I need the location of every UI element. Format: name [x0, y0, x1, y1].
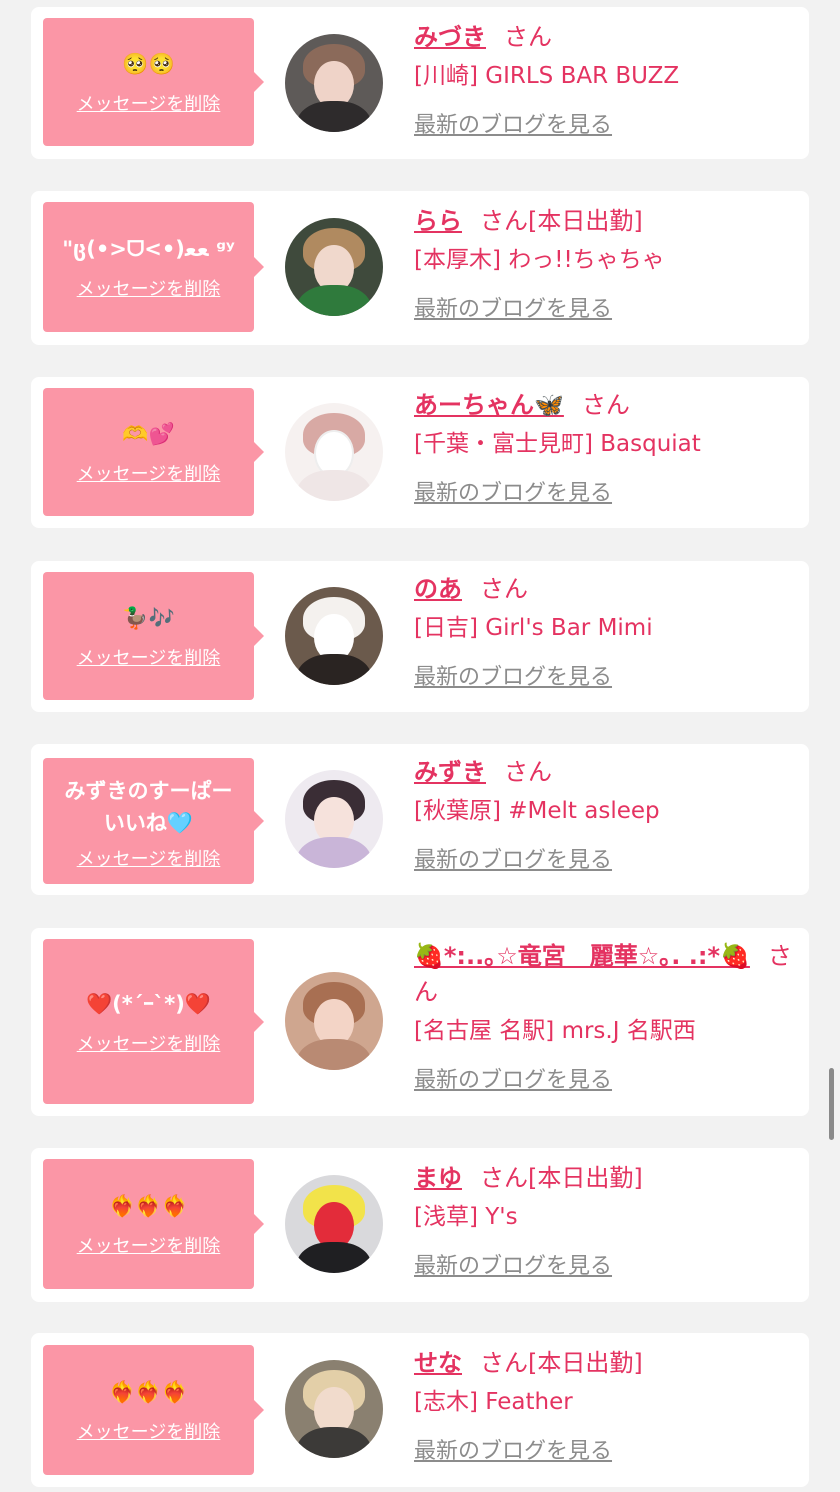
- girl-name-link[interactable]: みずき: [414, 758, 486, 786]
- name-line: 🍓*:..｡☆竜宮 麗華☆｡. .:*🍓 さん: [414, 938, 794, 1010]
- message-card: ❤️‍🔥❤️‍🔥❤️‍🔥 メッセージを削除 まゆ さん[本日出勤] [浅草] Y'…: [31, 1148, 809, 1302]
- name-line: せな さん[本日出勤]: [414, 1345, 794, 1381]
- latest-blog-link[interactable]: 最新のブログを見る: [414, 107, 612, 139]
- message-bubble: ❤️‍🔥❤️‍🔥❤️‍🔥 メッセージを削除: [43, 1345, 264, 1475]
- delete-message-link[interactable]: メッセージを削除: [77, 275, 221, 301]
- girl-name-link[interactable]: まゆ: [414, 1164, 462, 1192]
- avatar[interactable]: [285, 972, 383, 1070]
- scrollbar[interactable]: [829, 1068, 834, 1140]
- delete-message-link[interactable]: メッセージを削除: [77, 1232, 221, 1258]
- girl-name-link[interactable]: らら: [414, 207, 462, 235]
- latest-blog-link[interactable]: 最新のブログを見る: [414, 842, 612, 874]
- name-line: あーちゃん🦋 さん: [414, 387, 794, 423]
- honorific: さん: [480, 207, 528, 235]
- message-bubble: 🫶💕 メッセージを削除: [43, 388, 264, 516]
- shop-name: [名古屋 名駅] mrs.J 名駅西: [414, 1018, 696, 1044]
- message-text: 🫶💕: [122, 422, 175, 446]
- latest-blog-link[interactable]: 最新のブログを見る: [414, 1433, 612, 1465]
- message-card: みずきのすーぱーいいね🩵 メッセージを削除 みずき さん [秋葉原] #Melt …: [31, 744, 809, 895]
- message-text: ❤️‍🔥❤️‍🔥❤️‍🔥: [109, 1194, 188, 1218]
- message-text: みずきのすーぱーいいね🩵: [64, 779, 233, 835]
- status-today: [本日出勤]: [528, 1349, 643, 1377]
- profile-info: せな さん[本日出勤] [志木] Feather 最新のブログを見る: [414, 1345, 794, 1465]
- honorific: さん: [480, 575, 528, 603]
- profile-info: みずき さん [秋葉原] #Melt asleep 最新のブログを見る: [414, 754, 794, 874]
- avatar[interactable]: [285, 587, 383, 685]
- profile-info: 🍓*:..｡☆竜宮 麗華☆｡. .:*🍓 さん [名古屋 名駅] mrs.J 名駅…: [414, 938, 794, 1094]
- latest-blog-link[interactable]: 最新のブログを見る: [414, 1248, 612, 1280]
- name-line: らら さん[本日出勤]: [414, 203, 794, 239]
- message-text: 🥺🥺: [122, 52, 175, 76]
- girl-name-link[interactable]: せな: [414, 1349, 462, 1377]
- honorific: さん: [504, 23, 552, 51]
- name-line: のあ さん: [414, 571, 794, 607]
- girl-name-link[interactable]: のあ: [414, 575, 462, 603]
- avatar[interactable]: [285, 403, 383, 501]
- shop-name: [秋葉原] #Melt asleep: [414, 798, 660, 824]
- delete-message-link[interactable]: メッセージを削除: [77, 1418, 221, 1444]
- message-bubble: ❤️(*´ｰ`*)❤️ メッセージを削除: [43, 939, 264, 1104]
- avatar[interactable]: [285, 1175, 383, 1273]
- message-card: ❤️(*´ｰ`*)❤️ メッセージを削除 🍓*:..｡☆竜宮 麗華☆｡. .:*…: [31, 928, 809, 1116]
- message-bubble: "ც(•>ᗜ<•)ﻌﻌ ᵍʸ メッセージを削除: [43, 202, 264, 332]
- status-today: [本日出勤]: [528, 207, 643, 235]
- message-text: "ც(•>ᗜ<•)ﻌﻌ ᵍʸ: [62, 237, 235, 261]
- message-card: 🦆🎶 メッセージを削除 のあ さん [日吉] Girl's Bar Mimi 最新…: [31, 561, 809, 712]
- shop-name: [志木] Feather: [414, 1389, 573, 1415]
- shop-name: [本厚木] わっ!!ちゃちゃ: [414, 247, 665, 273]
- delete-message-link[interactable]: メッセージを削除: [77, 644, 221, 670]
- shop-name: [浅草] Y's: [414, 1204, 518, 1230]
- avatar[interactable]: [285, 770, 383, 868]
- profile-info: まゆ さん[本日出勤] [浅草] Y's 最新のブログを見る: [414, 1160, 794, 1280]
- honorific: さん: [480, 1164, 528, 1192]
- girl-name-link[interactable]: あーちゃん🦋: [414, 391, 564, 419]
- message-card: 🥺🥺 メッセージを削除 みづき さん [川崎] GIRLS BAR BUZZ 最新…: [31, 7, 809, 159]
- delete-message-link[interactable]: メッセージを削除: [77, 460, 221, 486]
- message-card: ❤️‍🔥❤️‍🔥❤️‍🔥 メッセージを削除 せな さん[本日出勤] [志木] Fe…: [31, 1333, 809, 1487]
- delete-message-link[interactable]: メッセージを削除: [77, 845, 221, 871]
- shop-name: [川崎] GIRLS BAR BUZZ: [414, 63, 680, 89]
- name-line: みづき さん: [414, 19, 794, 55]
- message-card: 🫶💕 メッセージを削除 あーちゃん🦋 さん [千葉・富士見町] Basquiat …: [31, 377, 809, 528]
- name-line: みずき さん: [414, 754, 794, 790]
- message-text: 🦆🎶: [122, 606, 175, 630]
- honorific: さん: [504, 758, 552, 786]
- latest-blog-link[interactable]: 最新のブログを見る: [414, 659, 612, 691]
- latest-blog-link[interactable]: 最新のブログを見る: [414, 475, 612, 507]
- delete-message-link[interactable]: メッセージを削除: [77, 90, 221, 116]
- avatar[interactable]: [285, 1360, 383, 1458]
- message-bubble: ❤️‍🔥❤️‍🔥❤️‍🔥 メッセージを削除: [43, 1159, 264, 1289]
- girl-name-link[interactable]: 🍓*:..｡☆竜宮 麗華☆｡. .:*🍓: [414, 942, 750, 970]
- shop-name: [日吉] Girl's Bar Mimi: [414, 615, 653, 641]
- delete-message-link[interactable]: メッセージを削除: [77, 1030, 221, 1056]
- girl-name-link[interactable]: みづき: [414, 23, 486, 51]
- name-line: まゆ さん[本日出勤]: [414, 1160, 794, 1196]
- profile-info: のあ さん [日吉] Girl's Bar Mimi 最新のブログを見る: [414, 571, 794, 691]
- message-card: "ც(•>ᗜ<•)ﻌﻌ ᵍʸ メッセージを削除 らら さん[本日出勤] [本厚木]…: [31, 191, 809, 345]
- message-bubble: みずきのすーぱーいいね🩵 メッセージを削除: [43, 758, 264, 884]
- status-today: [本日出勤]: [528, 1164, 643, 1192]
- honorific: さん: [581, 391, 630, 419]
- shop-name: [千葉・富士見町] Basquiat: [414, 431, 701, 457]
- latest-blog-link[interactable]: 最新のブログを見る: [414, 291, 612, 323]
- message-text: ❤️‍🔥❤️‍🔥❤️‍🔥: [109, 1380, 188, 1404]
- profile-info: らら さん[本日出勤] [本厚木] わっ!!ちゃちゃ 最新のブログを見る: [414, 203, 794, 323]
- message-bubble: 🥺🥺 メッセージを削除: [43, 18, 264, 146]
- message-bubble: 🦆🎶 メッセージを削除: [43, 572, 264, 700]
- honorific: さん: [480, 1349, 528, 1377]
- latest-blog-link[interactable]: 最新のブログを見る: [414, 1062, 612, 1094]
- avatar[interactable]: [285, 34, 383, 132]
- message-text: ❤️(*´ｰ`*)❤️: [86, 991, 211, 1016]
- profile-info: みづき さん [川崎] GIRLS BAR BUZZ 最新のブログを見る: [414, 19, 794, 139]
- profile-info: あーちゃん🦋 さん [千葉・富士見町] Basquiat 最新のブログを見る: [414, 387, 794, 507]
- avatar[interactable]: [285, 218, 383, 316]
